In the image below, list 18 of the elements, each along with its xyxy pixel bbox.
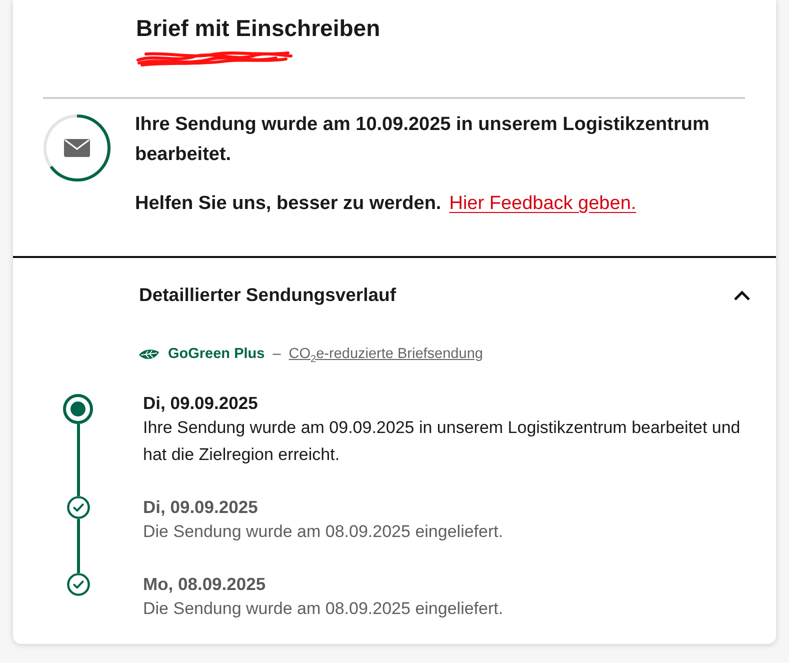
leaf-icon <box>138 348 160 360</box>
event-date: Mo, 08.09.2025 <box>143 573 267 595</box>
separator-dash: – <box>272 345 281 364</box>
event-date: Di, 09.09.2025 <box>143 392 259 414</box>
feedback-link[interactable]: Hier Feedback geben. <box>449 189 636 219</box>
gogreen-label: GoGreen Plus <box>168 345 265 364</box>
co2-info-link[interactable]: CO$_{2}$e-reduzierte Briefsendung <box>288 344 483 364</box>
timeline-line <box>76 519 80 573</box>
status-message: Ihre Sendung wurde am 10.09.2025 in unserem Logistikzentrum bearbeitet. <box>135 113 710 167</box>
feedback-prompt: Helfen Sie uns, besser zu werden. <box>135 192 442 216</box>
event-description: Die Sendung wurde am 08.09.2025 eingeliefert. <box>143 598 504 620</box>
history-title: Detaillierter Sendungsverlauf <box>139 284 396 306</box>
event-description: Ihre Sendung wurde am 09.09.2025 in unserem Logistikzentrum bearbeitet und hat die Zielregion erreicht. <box>143 417 742 466</box>
event-description: Die Sendung wurde am 08.09.2025 eingeliefert. <box>143 521 504 543</box>
timeline-line <box>76 424 80 496</box>
envelope-ring-icon <box>43 114 111 182</box>
shipment-title: Brief mit Einschreiben <box>136 15 382 41</box>
event-date: Di, 09.09.2025 <box>143 496 259 518</box>
